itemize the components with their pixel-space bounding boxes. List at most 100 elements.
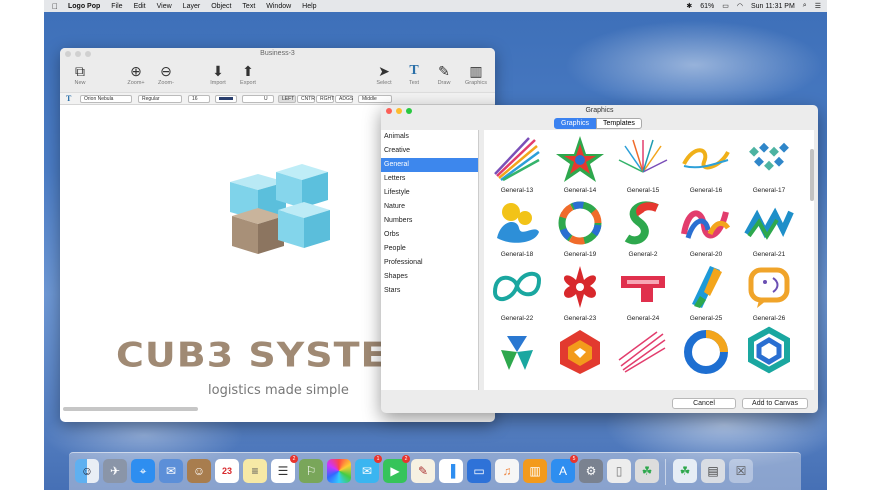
tab-graphics[interactable]: Graphics [554, 118, 597, 129]
calendar-icon[interactable]: 23 [215, 459, 239, 483]
graphic-tile[interactable]: General-26 [741, 260, 797, 322]
menu-object[interactable]: Object [211, 3, 231, 10]
tab-templates[interactable]: Templates [596, 118, 642, 129]
underline-toggle[interactable]: U [242, 95, 274, 103]
contacts-icon[interactable]: ☺ [187, 459, 211, 483]
safari-icon[interactable]: ⌖ [131, 459, 155, 483]
trash-icon[interactable]: ☒ [729, 459, 753, 483]
menu-window[interactable]: Window [266, 3, 291, 10]
horizontal-scrollbar[interactable] [63, 407, 198, 411]
align-left-button[interactable]: LEFT [278, 95, 296, 103]
logo-subtitle-text[interactable]: logistics made simple [208, 383, 349, 398]
pages-icon[interactable]: ✎ [411, 459, 435, 483]
photos-icon[interactable] [327, 459, 351, 483]
spotlight-icon[interactable]: ⌕ [803, 2, 807, 10]
category-item[interactable]: Stars [381, 284, 478, 298]
graphic-tile[interactable]: General-18 [489, 196, 545, 258]
zoom-out-button[interactable]: ⊖ Zoom- [152, 62, 180, 86]
text-color-well[interactable] [215, 95, 237, 103]
graphic-tile[interactable]: General-13 [489, 132, 545, 194]
new-button[interactable]: ⧉ New [66, 62, 94, 86]
zoom-in-button[interactable]: ⊕ Zoom+ [122, 62, 150, 86]
graphic-tile[interactable]: General-16 [678, 132, 734, 194]
notification-center-icon[interactable]: ☰ [815, 2, 821, 10]
graphic-tile[interactable]: General-15 [615, 132, 671, 194]
mail-icon[interactable]: ✉ [159, 459, 183, 483]
notes-icon[interactable]: ≡ [243, 459, 267, 483]
graphic-tile[interactable]: General-14 [552, 132, 608, 194]
align-right-button[interactable]: RGHT [316, 95, 334, 103]
graphics-vertical-scrollbar[interactable] [810, 149, 814, 201]
facetime-icon[interactable]: ▶ 2 [383, 455, 410, 483]
category-item[interactable]: Numbers [381, 214, 478, 228]
zoom-button[interactable] [85, 51, 91, 57]
category-item-selected[interactable]: General [381, 158, 478, 172]
minimize-button[interactable] [75, 51, 81, 57]
graphic-tile[interactable]: General-2 [615, 196, 671, 258]
finder-icon[interactable]: ☺ [75, 459, 99, 483]
graphics-button[interactable]: ▥ Graphics [462, 62, 490, 86]
apple-icon[interactable]:  [52, 2, 58, 11]
close-button[interactable] [65, 51, 71, 57]
graphic-tile[interactable]: General-19 [552, 196, 608, 258]
category-item[interactable]: People [381, 242, 478, 256]
bluetooth-icon[interactable]: ✱ [686, 2, 692, 10]
vertical-align-select[interactable]: Middle [358, 95, 392, 103]
document-icon[interactable]: ▯ [607, 459, 631, 483]
graphic-tile[interactable] [741, 324, 797, 379]
category-item[interactable]: Letters [381, 172, 478, 186]
graphic-tile[interactable]: General-23 [552, 260, 608, 322]
text-tool-button[interactable]: T Text [400, 62, 428, 86]
graphic-tile[interactable]: General-25 [678, 260, 734, 322]
wifi-icon[interactable]: ◠ [737, 2, 743, 10]
graphic-tile[interactable] [489, 324, 545, 379]
battery-icon[interactable]: ▭ [722, 2, 729, 10]
clock[interactable]: Sun 11:31 PM [751, 3, 795, 10]
category-item[interactable]: Lifestyle [381, 186, 478, 200]
app-store-icon[interactable]: A5 [551, 455, 578, 483]
graphic-tile[interactable] [552, 324, 608, 379]
graphic-tile[interactable]: General-24 [615, 260, 671, 322]
category-item[interactable]: Professional [381, 256, 478, 270]
category-item[interactable]: Shapes [381, 270, 478, 284]
panel-zoom-button[interactable] [406, 108, 412, 114]
font-style-select[interactable]: Regular [138, 95, 182, 103]
menu-app-name[interactable]: Logo Pop [68, 3, 100, 10]
launchpad-icon[interactable]: ✈ [103, 459, 127, 483]
graphic-tile[interactable]: General-21 [741, 196, 797, 258]
messages-icon[interactable]: ✉ 1 [355, 455, 382, 483]
export-button[interactable]: ⬆ Export [234, 62, 262, 86]
select-tool-button[interactable]: ➤ Select [370, 62, 398, 86]
menu-layer[interactable]: Layer [183, 3, 201, 10]
align-center-button[interactable]: CNTR [297, 95, 315, 103]
panel-minimize-button[interactable] [396, 108, 402, 114]
ibooks-icon[interactable]: ▥ [523, 459, 547, 483]
documents-stack-icon[interactable]: ▤ [701, 459, 725, 483]
menu-text[interactable]: Text [242, 3, 255, 10]
menu-help[interactable]: Help [302, 3, 316, 10]
panel-close-button[interactable] [386, 108, 392, 114]
numbers-icon[interactable]: ▐ [439, 459, 463, 483]
graphic-tile[interactable] [678, 324, 734, 379]
reminders-icon[interactable]: ☰ 2 [271, 455, 298, 483]
menu-view[interactable]: View [157, 3, 172, 10]
keynote-icon[interactable]: ▭ [467, 459, 491, 483]
menu-edit[interactable]: Edit [134, 3, 146, 10]
cancel-button[interactable]: Cancel [672, 398, 736, 409]
graphic-tile[interactable] [615, 324, 671, 379]
menu-file[interactable]: File [111, 3, 122, 10]
font-select[interactable]: Orion Nebula [80, 95, 132, 103]
logo-pop-icon[interactable]: ☘ [635, 459, 659, 483]
logo-title-text[interactable]: CUB3 SYSTE [116, 335, 388, 375]
graphic-tile[interactable]: General-22 [489, 260, 545, 322]
system-preferences-icon[interactable]: ⚙ [579, 459, 603, 483]
draw-tool-button[interactable]: ✎ Draw [430, 62, 458, 86]
graphic-tile[interactable]: General-17 [741, 132, 797, 194]
maps-icon[interactable]: ⚐ [299, 459, 323, 483]
downloads-stack-icon[interactable]: ☘ [673, 459, 697, 483]
category-item[interactable]: Orbs [381, 228, 478, 242]
category-item[interactable]: Creative [381, 144, 478, 158]
import-button[interactable]: ⬇ Import [204, 62, 232, 86]
align-justify-button[interactable]: ADGS [335, 95, 353, 103]
itunes-icon[interactable]: ♫ [495, 459, 519, 483]
